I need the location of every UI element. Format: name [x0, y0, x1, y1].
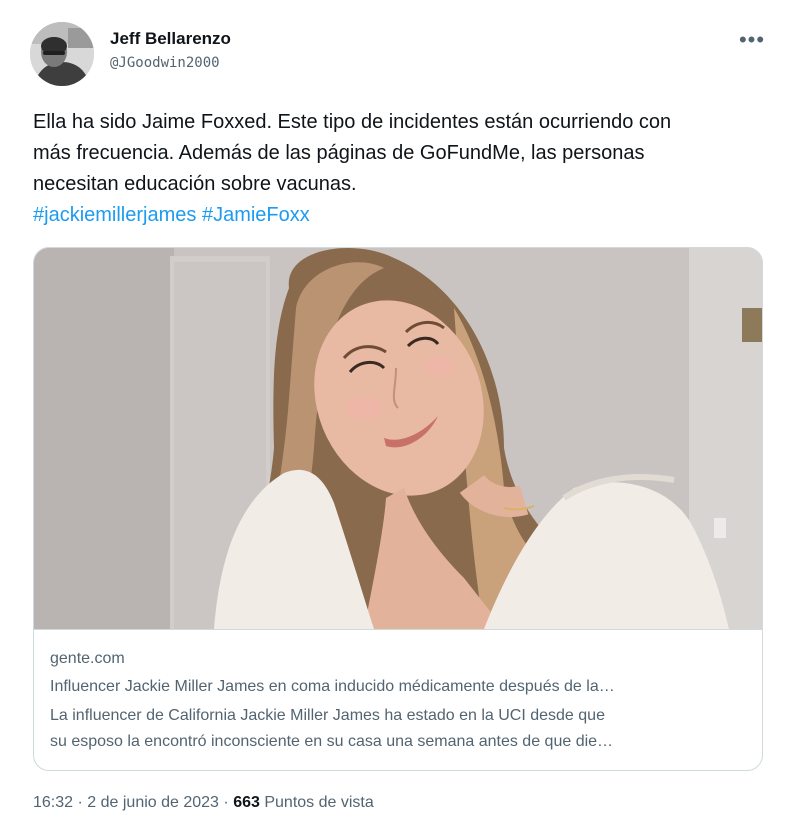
tweet-text: Ella ha sido Jaime Foxxed. Este tipo de …: [33, 107, 773, 231]
tweet-date[interactable]: 2 de junio de 2023: [87, 794, 219, 811]
hashtag-jackiemillerjames[interactable]: #jackiemillerjames: [33, 204, 196, 226]
views-label: Puntos de vista: [264, 794, 374, 811]
card-description: La influencer de California Jackie Mille…: [50, 703, 746, 755]
author-name[interactable]: Jeff Bellarenzo: [110, 29, 231, 49]
card-image[interactable]: [34, 248, 762, 629]
meta-separator: ·: [223, 794, 229, 811]
avatar[interactable]: [30, 22, 94, 86]
views-count: 663: [233, 794, 260, 811]
tweet-meta: 16:32 · 2 de junio de 2023 · 663 Puntos …: [33, 794, 374, 812]
tweet-text-line: necesitan educación sobre vacunas.: [33, 173, 357, 195]
tweet-text-line: más frecuencia. Además de las páginas de…: [33, 142, 645, 164]
tweet: Jeff Bellarenzo @JGoodwin2000 ••• Ella h…: [0, 0, 800, 836]
card-info: gente.com Influencer Jackie Miller James…: [34, 629, 762, 770]
author-handle[interactable]: @JGoodwin2000: [110, 55, 220, 71]
card-description-line: La influencer de California Jackie Mille…: [50, 707, 605, 724]
card-title: Influencer Jackie Miller James en coma i…: [50, 678, 615, 695]
link-card[interactable]: gente.com Influencer Jackie Miller James…: [33, 247, 763, 771]
tweet-time[interactable]: 16:32: [33, 794, 73, 811]
hashtag-line: #jackiemillerjames #JamieFoxx: [33, 200, 773, 231]
more-options-button[interactable]: •••: [736, 28, 768, 52]
meta-separator: ·: [77, 794, 83, 811]
more-horizontal-icon: •••: [738, 27, 766, 52]
tweet-text-line: Ella ha sido Jaime Foxxed. Este tipo de …: [33, 111, 672, 133]
card-domain: gente.com: [50, 650, 125, 667]
card-description-line: su esposo la encontró inconsciente en su…: [50, 733, 614, 750]
hashtag-jamiefoxx[interactable]: #JamieFoxx: [202, 204, 310, 226]
